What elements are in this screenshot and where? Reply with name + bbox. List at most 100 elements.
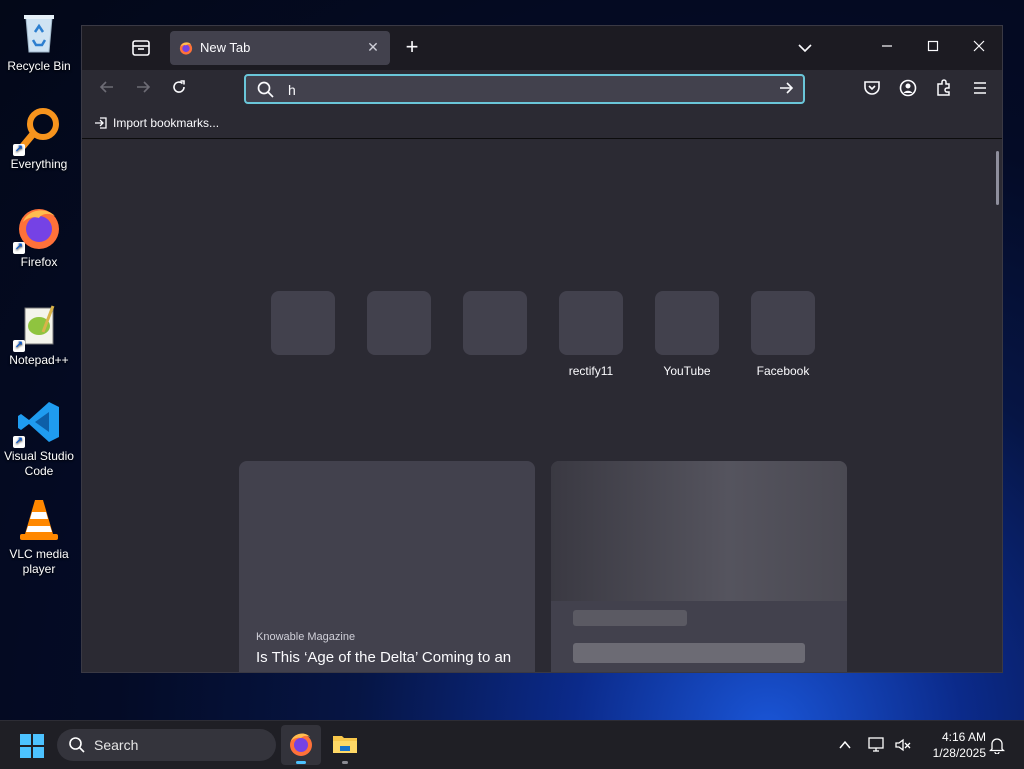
desktop-icon-vscode[interactable]: ↗ Visual Studio Code (2, 398, 76, 479)
windows-logo-icon (20, 734, 31, 745)
account-button[interactable] (896, 78, 920, 102)
chevron-up-icon (839, 740, 851, 749)
top-site-tile[interactable] (271, 291, 335, 378)
search-icon (257, 81, 274, 98)
notifications-button[interactable] (986, 721, 1008, 769)
top-site-placeholder (751, 291, 815, 355)
top-site-label: rectify11 (568, 364, 614, 378)
story-headline: Is This ‘Age of the Delta’ Coming to an (256, 649, 512, 666)
maximize-icon (927, 40, 939, 52)
network-button[interactable] (866, 721, 888, 769)
top-site-label (347, 364, 451, 378)
close-window-button[interactable] (956, 34, 1002, 62)
start-button[interactable] (20, 734, 44, 758)
vlc-cone-icon (15, 496, 63, 544)
vscode-icon: ↗ (13, 398, 63, 448)
list-all-tabs-button[interactable] (794, 38, 816, 58)
shortcut-arrow-icon: ↗ (13, 340, 25, 352)
maximize-button[interactable] (910, 34, 956, 62)
pocket-button[interactable] (860, 78, 884, 102)
running-indicator (296, 761, 306, 764)
pocket-icon (864, 81, 880, 95)
top-site-facebook[interactable]: Facebook (751, 291, 815, 378)
top-site-placeholder (655, 291, 719, 355)
extensions-button[interactable] (932, 78, 956, 102)
shortcut-arrow-icon: ↗ (13, 144, 25, 156)
firefox-window: New Tab ✕ + h Import bookmarks... rectif… (81, 25, 1003, 673)
top-site-placeholder (271, 291, 335, 355)
reload-button[interactable] (165, 78, 193, 102)
top-site-label (251, 364, 355, 378)
top-site-tile[interactable] (367, 291, 431, 378)
firefox-favicon-icon (179, 42, 193, 55)
recycle-bin-icon (15, 8, 63, 56)
app-menu-button[interactable] (968, 78, 992, 102)
tab-strip: New Tab ✕ + (82, 26, 1002, 70)
clock-date: 1/28/2025 (932, 746, 986, 760)
top-site-label: YouTube (663, 364, 711, 378)
volume-button[interactable] (892, 721, 914, 769)
network-monitor-icon (868, 737, 884, 752)
top-site-rectify11[interactable]: rectify11 (559, 291, 623, 378)
bookmarks-toolbar: Import bookmarks... (82, 110, 1002, 139)
taskbar-clock[interactable]: 4:16 AM 1/28/2025 (916, 729, 986, 761)
story-source: Knowable Magazine (256, 631, 356, 643)
clock-time: 4:16 AM (941, 730, 986, 744)
chevron-down-icon (798, 44, 812, 53)
go-button[interactable] (775, 79, 797, 99)
top-site-label: Facebook (756, 364, 810, 378)
story-image-placeholder (551, 461, 847, 601)
import-bookmarks-button[interactable]: Import bookmarks... (94, 116, 219, 130)
back-button[interactable] (93, 78, 121, 102)
everything-search-icon: ↗ (13, 106, 63, 156)
sidebar-toggle-button[interactable] (130, 38, 152, 58)
story-card[interactable]: Knowable Magazine Is This ‘Age of the De… (239, 461, 535, 672)
hamburger-menu-icon (974, 82, 986, 94)
taskbar-firefox[interactable] (281, 725, 321, 765)
desktop-icon-firefox[interactable]: ↗ Firefox (2, 204, 76, 270)
desktop-icon-label: VLC media player (9, 547, 69, 576)
import-icon (95, 117, 107, 129)
desktop-icon-notepad-plus-plus[interactable]: ↗ Notepad++ (2, 302, 76, 368)
import-bookmarks-label: Import bookmarks... (113, 116, 220, 130)
folder-icon (333, 736, 357, 753)
show-hidden-icons-button[interactable] (834, 721, 856, 769)
top-site-placeholder (367, 291, 431, 355)
top-site-placeholder (463, 291, 527, 355)
top-sites: rectify11 YouTube Facebook (271, 291, 815, 378)
forward-button[interactable] (129, 78, 157, 102)
desktop-icon-label: Everything (10, 157, 68, 171)
story-card-loading[interactable] (551, 461, 847, 672)
close-tab-icon[interactable]: ✕ (364, 38, 382, 56)
tab-title: New Tab (200, 40, 251, 55)
scrollbar-thumb[interactable] (996, 151, 999, 205)
account-icon (899, 79, 917, 97)
firefox-icon (290, 733, 312, 756)
firefox-icon: ↗ (13, 204, 63, 254)
arrow-right-icon (780, 82, 794, 94)
top-site-label (443, 364, 547, 378)
desktop-icon-recycle-bin[interactable]: Recycle Bin (2, 8, 76, 74)
volume-muted-icon (895, 738, 911, 752)
top-site-tile[interactable] (463, 291, 527, 378)
taskbar-search-box[interactable]: Search (57, 729, 276, 761)
shortcut-arrow-icon: ↗ (13, 436, 25, 448)
desktop-icon-everything[interactable]: ↗ Everything (2, 106, 76, 172)
new-tab-page: rectify11 YouTube Facebook Knowable Maga… (82, 139, 1002, 672)
address-input[interactable] (286, 79, 760, 101)
top-site-youtube[interactable]: YouTube (655, 291, 719, 378)
search-icon (69, 737, 85, 753)
reload-icon (173, 80, 185, 93)
desktop-icon-vlc[interactable]: VLC media player (2, 496, 76, 577)
close-icon (973, 40, 985, 52)
desktop-icon-label: Firefox (20, 255, 58, 269)
sidebar-icon (132, 40, 150, 56)
loading-placeholder (573, 610, 687, 626)
new-tab-button[interactable]: + (400, 36, 424, 60)
desktop-icon-label: Recycle Bin (7, 59, 71, 73)
tab-new-tab[interactable]: New Tab ✕ (170, 31, 390, 65)
taskbar-file-explorer[interactable] (325, 725, 365, 765)
minimize-icon (882, 45, 892, 47)
address-bar[interactable] (244, 74, 805, 104)
minimize-button[interactable] (864, 34, 910, 62)
